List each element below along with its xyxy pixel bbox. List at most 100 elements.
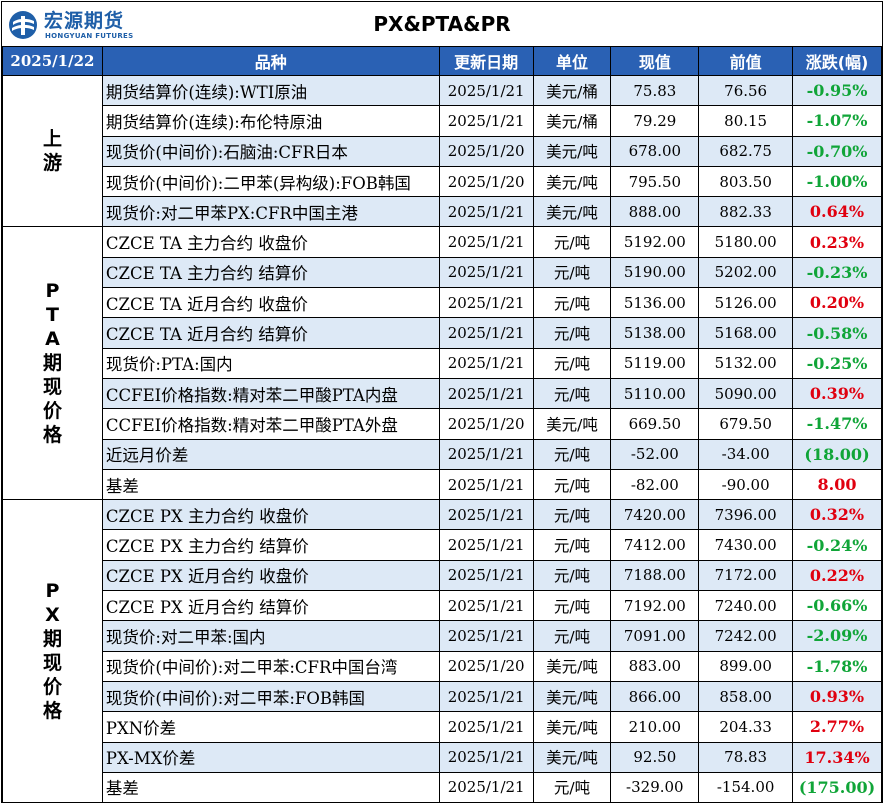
previous-value: 5132.00: [698, 347, 794, 379]
current-value: -82.00: [610, 468, 700, 501]
unit: 元/吨: [532, 256, 612, 289]
header-current: 现值: [610, 46, 700, 76]
unit: 元/吨: [532, 287, 612, 319]
previous-value: 858.00: [698, 680, 794, 713]
change-value: 2.77%: [792, 711, 882, 743]
item-name: 期货结算价(连续):WTI原油: [101, 74, 440, 107]
unit: 元/吨: [532, 590, 612, 622]
table-header-row: 2025/1/22 品种 更新日期 单位 现值 前值 涨跌(幅): [2, 46, 882, 76]
previous-value: 5180.00: [698, 226, 794, 258]
current-value: 92.50: [610, 741, 700, 773]
previous-value: 679.50: [698, 408, 794, 440]
current-value: 5119.00: [610, 347, 700, 379]
unit: 美元/吨: [532, 408, 612, 440]
previous-value: -90.00: [698, 468, 794, 501]
item-name: 基差: [101, 468, 440, 501]
unit: 元/吨: [532, 226, 612, 258]
current-value: 795.50: [610, 165, 700, 198]
change-value: 0.93%: [792, 680, 882, 713]
update-date: 2025/1/20: [438, 650, 534, 682]
item-name: CZCE TA 近月合约 收盘价: [101, 287, 440, 319]
item-name: CCFEI价格指数:精对苯二甲酸PTA外盘: [101, 408, 440, 440]
current-value: 5110.00: [610, 377, 700, 410]
unit: 美元/桶: [532, 105, 612, 137]
update-date: 2025/1/21: [438, 226, 534, 258]
item-name: 现货价:PTA:国内: [101, 347, 440, 379]
price-table: 2025/1/22 品种 更新日期 单位 现值 前值 涨跌(幅) 上游期货结算价…: [2, 46, 882, 804]
table-row: 现货价(中间价):对二甲苯:FOB韩国 2025/1/21 美元/吨 866.00 85…: [3, 680, 882, 713]
table-row: CCFEI价格指数:精对苯二甲酸PTA内盘 2025/1/21 元/吨 5110.00…: [3, 377, 882, 410]
update-date: 2025/1/21: [438, 468, 534, 501]
item-name: 现货价(中间价):对二甲苯:CFR中国台湾: [101, 650, 440, 682]
item-name: 现货价(中间价):二甲苯(异构级):FOB韩国: [101, 165, 440, 198]
update-date: 2025/1/21: [438, 620, 534, 652]
update-date: 2025/1/21: [438, 499, 534, 531]
update-date: 2025/1/21: [438, 196, 534, 228]
update-date: 2025/1/21: [438, 74, 534, 107]
change-value: (18.00): [792, 438, 882, 470]
unit: 元/吨: [532, 499, 612, 531]
current-value: -52.00: [610, 438, 700, 470]
unit: 美元/吨: [532, 680, 612, 713]
item-name: PXN价差: [101, 711, 440, 743]
unit: 美元/吨: [532, 711, 612, 743]
update-date: 2025/1/21: [438, 559, 534, 592]
change-value: -0.70%: [792, 135, 882, 167]
change-value: 17.34%: [792, 741, 882, 773]
change-value: 0.64%: [792, 196, 882, 228]
table-row: CZCE TA 近月合约 收盘价 2025/1/21 元/吨 5136.00 5126.…: [3, 287, 882, 319]
change-value: 0.20%: [792, 287, 882, 319]
unit: 元/吨: [532, 771, 612, 804]
table-row: 基差 2025/1/21 元/吨 -329.00 -154.00 (175.00): [3, 771, 882, 804]
update-date: 2025/1/20: [438, 135, 534, 167]
change-value: -1.47%: [792, 408, 882, 440]
table-row: CCFEI价格指数:精对苯二甲酸PTA外盘 2025/1/20 美元/吨 669.50…: [3, 408, 882, 440]
update-date: 2025/1/21: [438, 741, 534, 773]
unit: 美元/吨: [532, 135, 612, 167]
change-value: 0.22%: [792, 559, 882, 592]
update-date: 2025/1/21: [438, 105, 534, 137]
item-name: CZCE TA 近月合约 结算价: [101, 317, 440, 349]
current-value: 5190.00: [610, 256, 700, 289]
table-row: 现货价:对二甲苯:国内 2025/1/21 元/吨 7091.00 7242.00 -2.…: [3, 620, 882, 652]
item-name: 现货价(中间价):石脑油:CFR日本: [101, 135, 440, 167]
previous-value: 7430.00: [698, 529, 794, 561]
update-date: 2025/1/21: [438, 347, 534, 379]
current-value: -329.00: [610, 771, 700, 804]
unit: 美元/吨: [532, 741, 612, 773]
group-label: PTA期现价格: [2, 226, 103, 501]
change-value: -1.78%: [792, 650, 882, 682]
change-value: -1.00%: [792, 165, 882, 198]
item-name: 现货价:对二甲苯:国内: [101, 620, 440, 652]
item-name: CZCE TA 主力合约 结算价: [101, 256, 440, 289]
update-date: 2025/1/21: [438, 529, 534, 561]
table-row: CZCE PX 近月合约 结算价 2025/1/21 元/吨 7192.00 7240.…: [3, 590, 882, 622]
current-value: 678.00: [610, 135, 700, 167]
previous-value: 803.50: [698, 165, 794, 198]
current-value: 7091.00: [610, 620, 700, 652]
change-value: -2.09%: [792, 620, 882, 652]
update-date: 2025/1/21: [438, 590, 534, 622]
update-date: 2025/1/21: [438, 287, 534, 319]
previous-value: 78.83: [698, 741, 794, 773]
update-date: 2025/1/21: [438, 256, 534, 289]
change-value: -0.24%: [792, 529, 882, 561]
table-body: 上游期货结算价(连续):WTI原油 2025/1/21 美元/桶 75.83 76.56…: [2, 74, 882, 804]
header-unit: 单位: [532, 46, 612, 76]
table-row: CZCE TA 近月合约 结算价 2025/1/21 元/吨 5138.00 5168.…: [3, 317, 882, 349]
current-value: 75.83: [610, 74, 700, 107]
table-row: 现货价(中间价):石脑油:CFR日本 2025/1/20 美元/吨 678.00 682…: [3, 135, 882, 167]
current-value: 210.00: [610, 711, 700, 743]
previous-value: 80.15: [698, 105, 794, 137]
previous-value: 899.00: [698, 650, 794, 682]
item-name: PX-MX价差: [101, 741, 440, 773]
unit: 元/吨: [532, 317, 612, 349]
current-value: 7420.00: [610, 499, 700, 531]
table-row: CZCE PX 主力合约 结算价 2025/1/21 元/吨 7412.00 7430.…: [3, 529, 882, 561]
previous-value: 7242.00: [698, 620, 794, 652]
current-value: 79.29: [610, 105, 700, 137]
unit: 元/吨: [532, 559, 612, 592]
current-value: 5136.00: [610, 287, 700, 319]
report-frame: 宏源期货 HONGYUAN FUTURES PX&PTA&PR 2025/1/2…: [1, 1, 883, 804]
item-name: 基差: [101, 771, 440, 804]
